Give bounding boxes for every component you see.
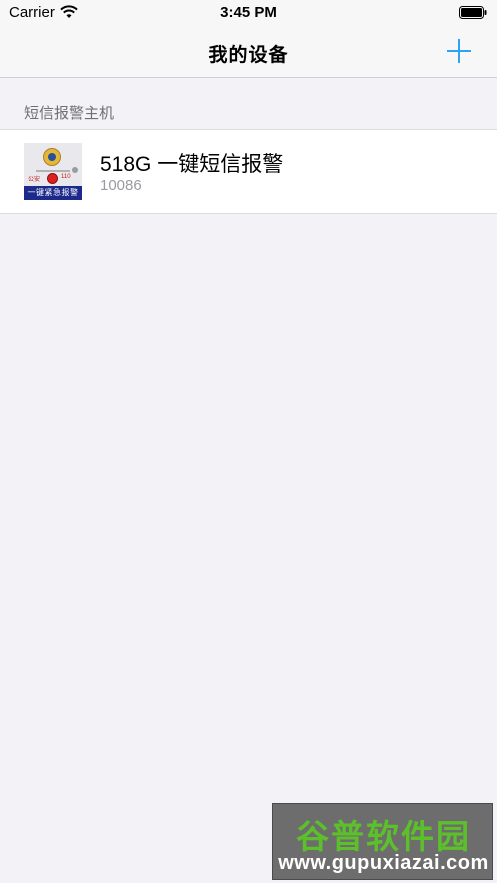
thumbnail-number: 110	[61, 174, 71, 180]
thumbnail-left-label: 公安	[28, 177, 41, 183]
alarm-button-icon	[47, 173, 58, 184]
police-emblem-icon	[43, 148, 61, 166]
device-list-item[interactable]: 公安 110 一键紧急报警 518G 一键短信报警 10086	[0, 129, 497, 214]
watermark-title: 谷普软件园	[296, 818, 471, 855]
add-device-button[interactable]	[447, 39, 471, 63]
watermark: 谷普软件园 www.gupuxiazai.com	[272, 803, 493, 880]
device-number: 10086	[100, 177, 142, 194]
divider	[36, 170, 70, 172]
navigation-bar: 我的设备	[0, 26, 497, 78]
battery-icon	[459, 6, 487, 24]
clock: 3:45 PM	[220, 4, 277, 21]
thumbnail-banner: 一键紧急报警	[24, 186, 82, 200]
microphone-icon	[72, 167, 78, 173]
device-name: 518G 一键短信报警	[100, 153, 284, 176]
status-bar: Carrier 3:45 PM	[0, 0, 497, 26]
device-thumbnail: 公安 110 一键紧急报警	[24, 143, 82, 200]
watermark-url: www.gupuxiazai.com	[278, 852, 489, 874]
page-title: 我的设备	[208, 45, 289, 66]
section-header: 短信报警主机	[24, 105, 115, 122]
